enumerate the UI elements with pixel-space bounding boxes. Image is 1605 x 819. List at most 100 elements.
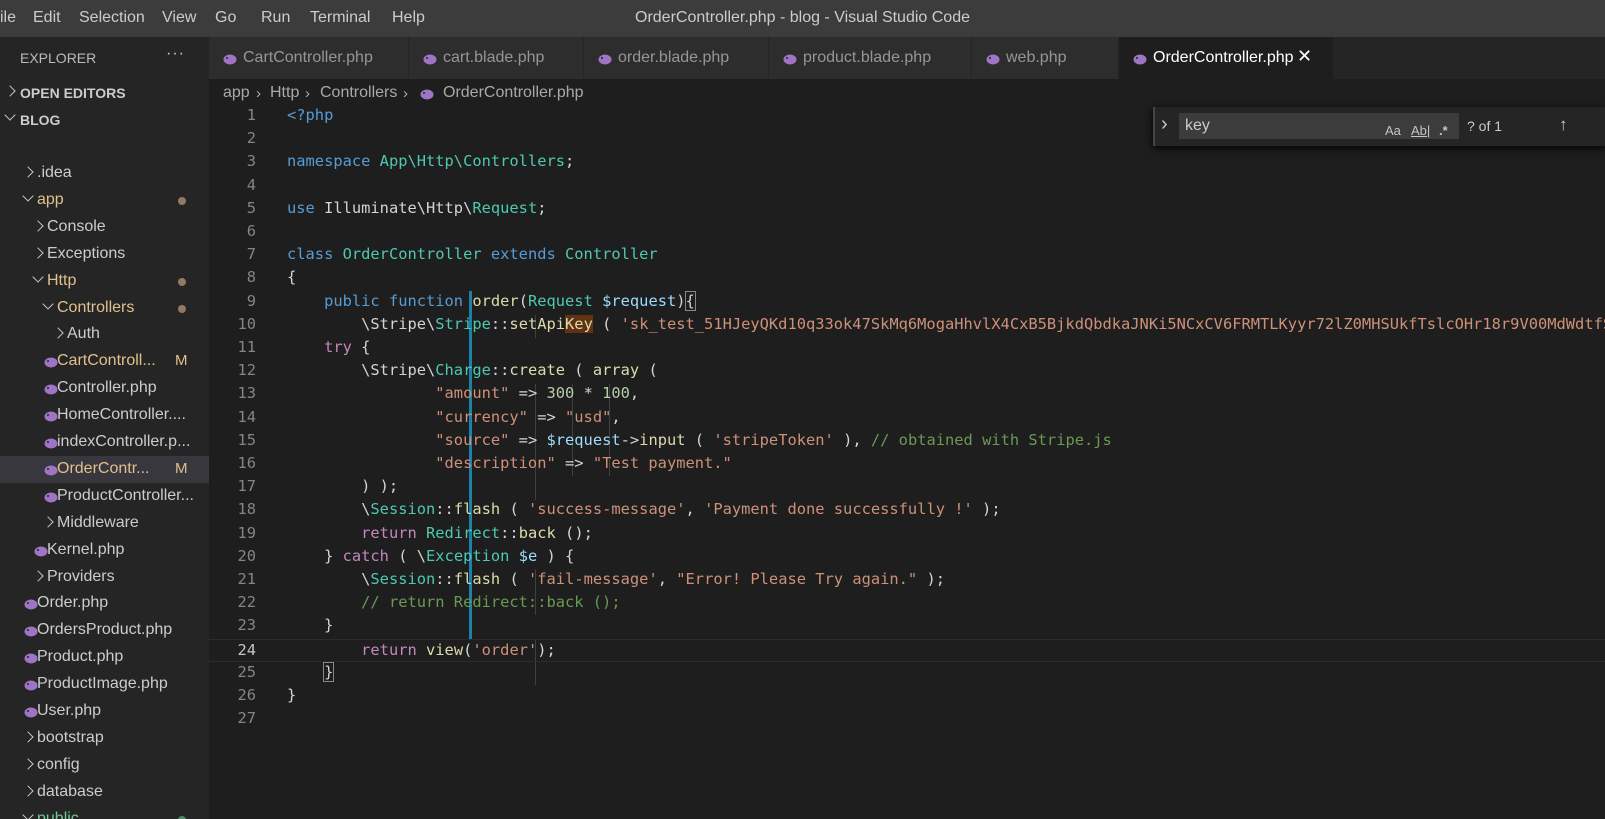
close-icon[interactable]: ✕ [1297,46,1312,67]
code-token: ) { [537,546,575,565]
tab-product-blade-php[interactable]: product.blade.php [769,37,972,79]
code-token: public function [324,291,473,310]
tree-item-label: bootstrap [37,728,104,746]
tree-item-auth[interactable]: Auth [0,321,209,348]
code-token: * [574,384,603,403]
line-number: 13 [237,384,256,403]
tab-ordercontroller-php[interactable]: OrderController.php ✕ [1119,37,1334,79]
previous-match-icon[interactable]: ↑ [1559,115,1568,135]
tab-cartcontroller-php[interactable]: CartController.php [209,37,409,79]
tree-item-product-php[interactable]: Product.php [0,644,209,671]
line-number: 5 [246,198,256,217]
code-token: } [287,686,297,704]
chevron-right-icon [52,327,64,340]
menu-item-go[interactable]: Go [215,9,236,27]
blog-root-section[interactable]: BLOG [0,106,209,133]
tree-item-controller-php[interactable]: Controller.php [0,375,209,402]
breadcrumb-item[interactable]: Http [270,84,299,102]
breadcrumb-item[interactable]: OrderController.php [443,84,584,102]
code-line: 4 [209,175,1605,199]
breadcrumb: app › Http › Controllers › OrderController.php [209,79,1605,107]
tree-item-order-php[interactable]: Order.php [0,590,209,617]
tree-item-productcontroller[interactable]: ProductController... [0,483,209,510]
breadcrumb-separator-icon: › [403,85,408,102]
menu-item-selection[interactable]: Selection [79,9,145,27]
git-status-badge: M [175,459,188,477]
code-token: input [639,430,686,449]
tab-order-blade-php[interactable]: order.blade.php [584,37,769,79]
line-number: 12 [237,361,256,380]
tree-item-kernel-php[interactable]: Kernel.php [0,537,209,564]
tree-item-productimage-php[interactable]: ProductImage.php [0,671,209,698]
code-line: 15 "source" => $request->input ( 'stripe… [209,430,1605,454]
tree-item-providers[interactable]: Providers [0,564,209,591]
php-file-icon [1133,52,1147,65]
code-token: 300 [546,384,575,403]
php-file-icon [44,409,58,422]
line-number: 10 [237,314,256,333]
whole-word-icon[interactable]: Ab| [1411,123,1430,138]
tab-label: order.blade.php [618,49,730,66]
tree-item-label: app [37,190,64,208]
code-token: namespace [287,152,380,171]
match-case-icon[interactable]: Aa [1385,123,1401,138]
tree-item-app[interactable]: app [0,187,209,214]
menu-item-ile[interactable]: ile [0,9,16,27]
tree-item-indexcontroller-p[interactable]: indexController.p... [0,429,209,456]
more-actions-icon[interactable]: ··· [166,45,185,63]
tree-item-config[interactable]: config [0,752,209,779]
tree-item-cartcontroll[interactable]: CartControll... M [0,348,209,375]
code-token: \Stripe\ [287,361,436,380]
modified-dot [178,277,186,286]
tree-item-label: HomeController.... [57,406,186,424]
tree-item-user-php[interactable]: User.php [0,698,209,725]
tree-item-exceptions[interactable]: Exceptions [0,241,209,268]
code-token: } [323,661,335,682]
code-line: 3 namespace App\Http\Controllers; [209,151,1605,175]
tree-item-label: public [37,809,79,819]
breadcrumb-item[interactable]: app [223,84,250,102]
breadcrumb-item[interactable]: Controllers [320,84,397,102]
menu-item-terminal[interactable]: Terminal [310,9,370,27]
tree-item-public[interactable]: public [0,806,209,819]
code-line: 11 try { [209,337,1605,361]
explorer-sidebar: EXPLORER ··· OPEN EDITORS BLOG .idea app C… [0,37,209,819]
find-input[interactable]: key Aa Ab| .* [1179,113,1459,139]
php-file-icon [24,624,38,637]
code-token: OrderController [342,245,491,264]
menu-item-edit[interactable]: Edit [33,9,61,27]
code-line: 13 "amount" => 300 * 100, [209,383,1605,407]
tree-item-http[interactable]: Http [0,268,209,295]
tree-item-console[interactable]: Console [0,214,209,241]
line-number: 11 [237,338,256,356]
tree-item-idea[interactable]: .idea [0,160,209,187]
code-token: { [684,290,696,311]
tree-item-middleware[interactable]: Middleware [0,510,209,537]
tab-cart-blade-php[interactable]: cart.blade.php [409,37,584,79]
code-token: $request [602,291,677,310]
line-number: 21 [237,570,256,588]
tree-item-controllers[interactable]: Controllers [0,295,209,322]
tree-item-bootstrap[interactable]: bootstrap [0,725,209,752]
open-editors-section[interactable]: OPEN EDITORS [0,79,209,106]
code-token: 'fail-message' [527,570,658,588]
code-text: return Redirect::back (); [287,524,593,542]
menu-item-view[interactable]: View [162,9,196,27]
code-editor[interactable]: 1 <?php 2 3 namespace App\Http\Controllers; 4… [209,107,1605,819]
tree-item-ordercontr[interactable]: OrderContr... M [0,455,209,483]
tree-item-ordersproduct-php[interactable]: OrdersProduct.php [0,617,209,644]
code-token: $request [546,430,621,449]
code-token: (); [555,523,593,542]
toggle-replace-icon[interactable]: › [1161,113,1168,136]
tab-web-php[interactable]: web.php [972,37,1119,79]
code-line: 27 [209,708,1605,732]
menu-item-help[interactable]: Help [392,9,425,27]
regex-icon[interactable]: .* [1439,123,1448,138]
find-input-value: key [1185,117,1210,134]
tree-item-homecontroller[interactable]: HomeController.... [0,402,209,429]
code-token: ( [518,291,528,310]
modified-dot [178,815,186,819]
menu-item-run[interactable]: Run [261,9,290,27]
tree-item-database[interactable]: database [0,779,209,806]
